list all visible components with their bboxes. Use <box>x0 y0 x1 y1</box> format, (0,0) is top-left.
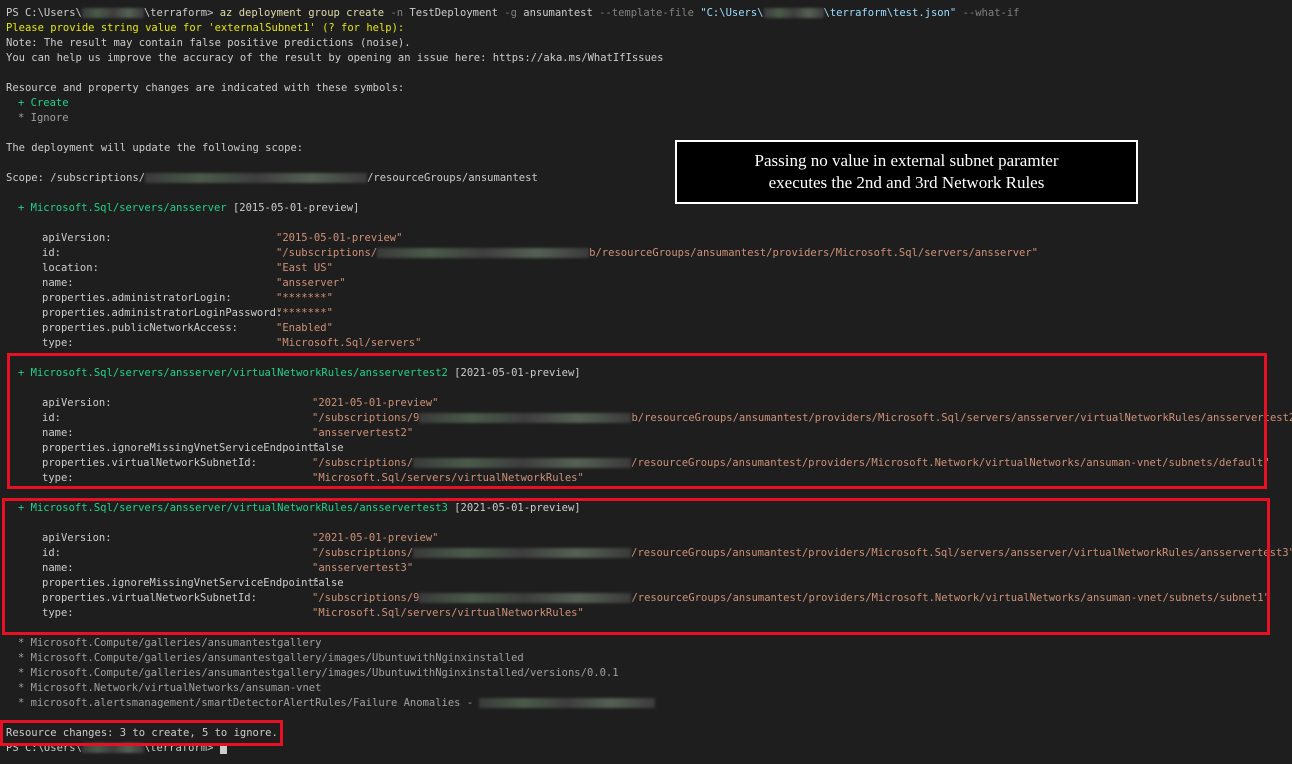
prop-key: id: <box>42 247 61 259</box>
symbol-create: + Create <box>18 97 69 109</box>
prop-key: apiVersion: <box>42 232 112 244</box>
prop-value: "*******" <box>276 292 333 304</box>
g-value: ansumantest <box>523 7 593 19</box>
annotation-line-2: executes the 2nd and 3rd Network Rules <box>768 173 1045 192</box>
prompt-suffix: \terraform> <box>143 7 214 19</box>
template-path-prefix: "C:\Users\ <box>700 7 764 19</box>
redacted-subscription <box>377 248 590 258</box>
resource-header: + Microsoft.Sql/servers/ansserver [2015-… <box>18 201 359 216</box>
note-line: Note: The result may contain false posit… <box>6 37 411 49</box>
command-line: PS C:\Users\ \terraform> az deployment gr… <box>6 6 1020 21</box>
scope-prefix: Scope: /subscriptions/ <box>6 172 146 184</box>
scope-line: Scope: /subscriptions/ /resourceGroups/an… <box>6 171 538 186</box>
parameter-prompt: Please provide string value for 'externa… <box>6 22 405 34</box>
prop-key: name: <box>42 277 74 289</box>
prop-key: type: <box>42 337 74 349</box>
highlight-box-summary <box>0 720 283 746</box>
ignored-resource: * Microsoft.Compute/galleries/ansumantes… <box>18 652 524 664</box>
redacted-subscription <box>145 173 368 183</box>
help-line: You can help us improve the accuracy of … <box>6 52 664 64</box>
prop-key: properties.publicNetworkAccess: <box>42 322 238 334</box>
prop-value: "Enabled" <box>276 322 333 334</box>
prop-value: "*******" <box>276 307 333 319</box>
prop-key: properties.administratorLoginPassword: <box>42 307 283 319</box>
prop-value: "ansserver" <box>276 277 346 289</box>
symbols-header: Resource and property changes are indica… <box>6 82 405 94</box>
scope-header: The deployment will update the following… <box>6 142 304 154</box>
ignored-resource: * microsoft.alertsmanagement/smartDetect… <box>18 696 656 711</box>
prop-value: "/subscriptions/b/resourceGroups/ansuman… <box>276 246 1038 261</box>
symbol-ignore: * Ignore <box>18 112 69 124</box>
resource-version: [2015-05-01-preview] <box>232 202 360 214</box>
redacted-username <box>763 8 824 18</box>
value-suffix: b/resourceGroups/ansumantest/providers/M… <box>589 247 1038 259</box>
ignored-resource: * Microsoft.Compute/galleries/ansumantes… <box>18 667 619 679</box>
redacted-name <box>479 698 656 708</box>
prop-value: "East US" <box>276 262 333 274</box>
annotation-callout: Passing no value in external subnet para… <box>675 140 1138 204</box>
prop-value: "2015-05-01-preview" <box>276 232 403 244</box>
annotation-line-1: Passing no value in external subnet para… <box>754 151 1059 170</box>
n-value: TestDeployment <box>409 7 498 19</box>
ignored-resource: * Microsoft.Network/virtualNetworks/ansu… <box>18 682 322 694</box>
prop-key: location: <box>42 262 99 274</box>
ignored-resource-text: * microsoft.alertsmanagement/smartDetect… <box>18 697 480 709</box>
az-command: az deployment group create <box>219 7 385 19</box>
ignored-resource: * Microsoft.Compute/galleries/ansumantes… <box>18 637 322 649</box>
what-if-flag: --what-if <box>962 7 1020 19</box>
scope-suffix: /resourceGroups/ansumantest <box>367 172 538 184</box>
prompt-prefix: PS C:\Users\ <box>6 7 82 19</box>
value-prefix: "/subscriptions/ <box>276 247 378 259</box>
highlight-box-rule2 <box>7 353 1267 489</box>
prop-value: "Microsoft.Sql/servers" <box>276 337 422 349</box>
resource-name: + Microsoft.Sql/servers/ansserver <box>18 202 227 214</box>
redacted-username <box>81 8 144 18</box>
template-path-suffix: \terraform\test.json" <box>823 7 957 19</box>
prop-key: properties.administratorLogin: <box>42 292 232 304</box>
n-flag: -n <box>390 7 404 19</box>
highlight-box-rule3 <box>2 498 1270 635</box>
g-flag: -g <box>504 7 517 19</box>
template-file-flag: --template-file <box>599 7 694 19</box>
